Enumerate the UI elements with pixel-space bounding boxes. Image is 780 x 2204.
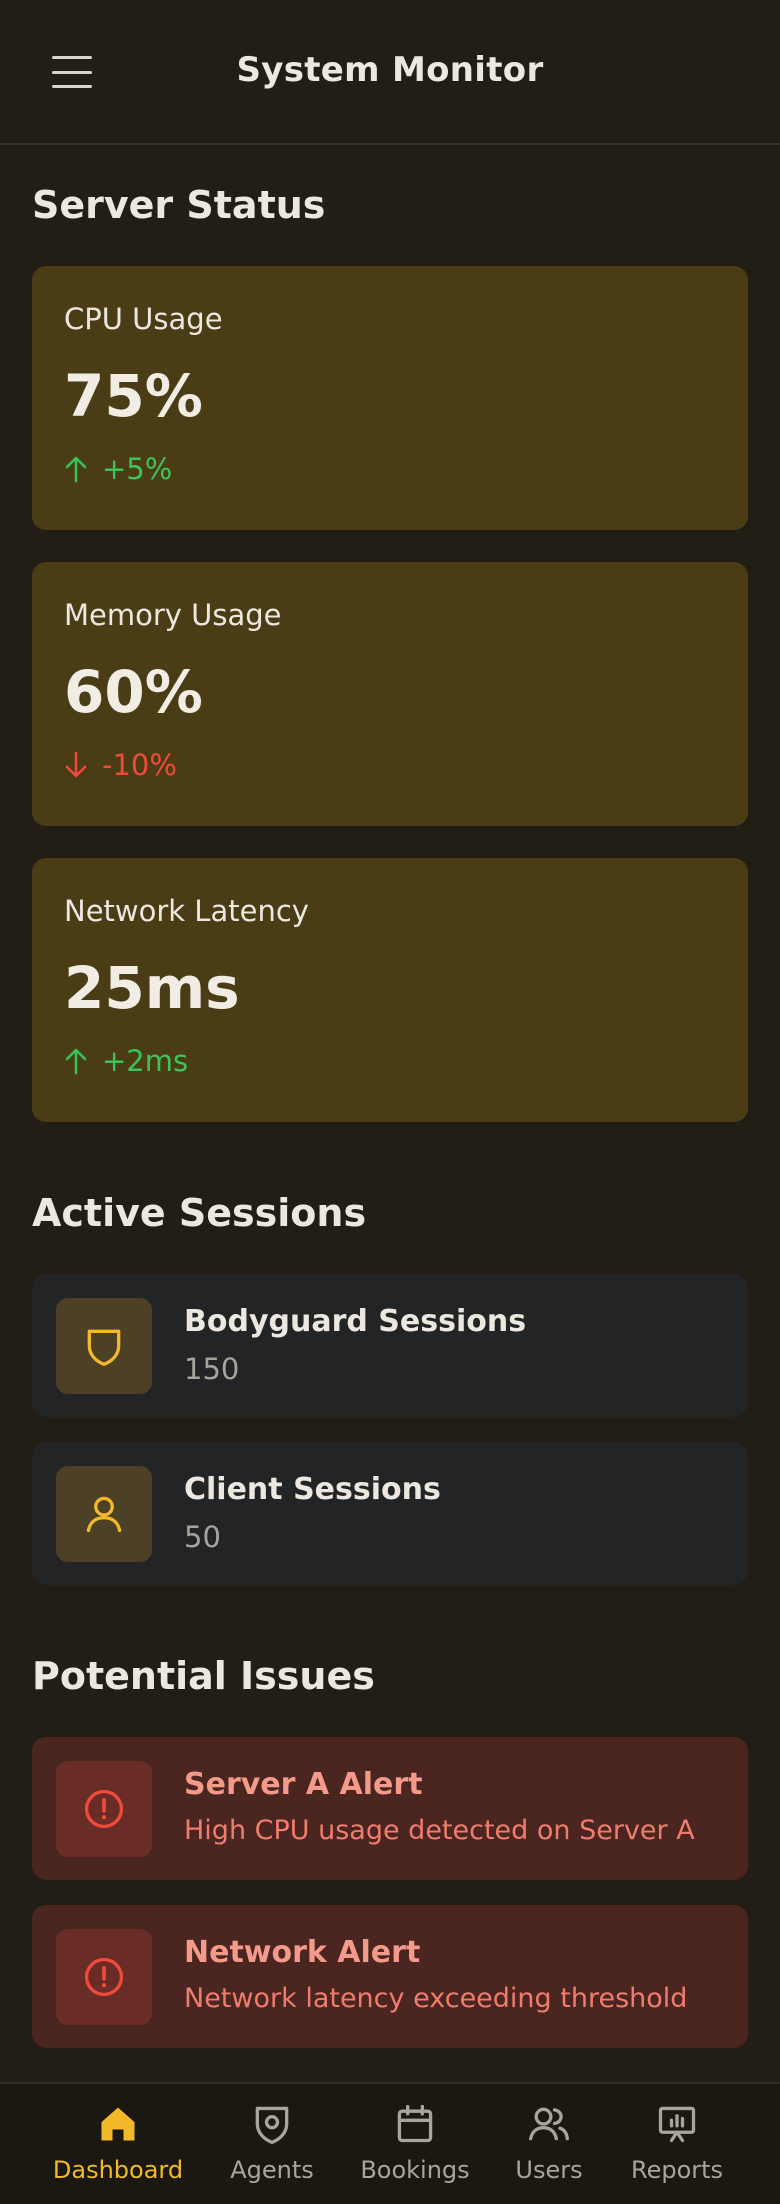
arrow-up-icon — [65, 456, 87, 483]
metric-delta: +5% — [64, 452, 172, 486]
metric-delta-value: +2ms — [102, 1044, 189, 1078]
alert-circle-icon — [84, 1957, 124, 1997]
metric-label: Memory Usage — [64, 598, 282, 632]
active-sessions-heading: Active Sessions — [32, 1191, 367, 1235]
server-a-alert-card[interactable]: Server A Alert High CPU usage detected o… — [32, 1737, 748, 1880]
shield-icon — [87, 1329, 121, 1366]
alert-circle-icon — [84, 1789, 124, 1829]
metric-value: 75% — [64, 362, 203, 430]
session-icon-container — [56, 1298, 152, 1394]
metric-value: 60% — [64, 658, 203, 726]
nav-agents[interactable]: Agents — [212, 2102, 332, 2198]
session-title: Client Sessions — [184, 1472, 441, 1507]
metric-label: Network Latency — [64, 894, 309, 928]
presentation-chart-icon — [658, 2106, 696, 2143]
session-icon-container — [56, 1466, 152, 1562]
alert-icon-container — [56, 1761, 152, 1857]
alert-title: Network Alert — [184, 1935, 421, 1970]
app-root: System Monitor Server Status CPU Usage 7… — [0, 0, 780, 2204]
server-status-heading: Server Status — [32, 183, 326, 227]
session-count: 150 — [184, 1352, 240, 1386]
metric-label: CPU Usage — [64, 302, 223, 336]
alert-title: Server A Alert — [184, 1767, 423, 1802]
cpu-usage-card[interactable]: CPU Usage 75% +5% — [32, 266, 748, 530]
arrow-down-icon — [65, 751, 87, 778]
alert-icon-container — [56, 1929, 152, 2025]
client-sessions-card[interactable]: Client Sessions 50 — [32, 1442, 748, 1585]
nav-reports[interactable]: Reports — [617, 2102, 737, 2198]
nav-users[interactable]: Users — [494, 2102, 604, 2198]
bodyguard-sessions-card[interactable]: Bodyguard Sessions 150 — [32, 1274, 748, 1417]
metric-delta-value: +5% — [102, 452, 173, 486]
calendar-icon — [397, 2104, 433, 2143]
session-count: 50 — [184, 1520, 221, 1554]
metric-delta-value: -10% — [102, 748, 177, 782]
user-icon — [86, 1496, 122, 1533]
network-alert-card[interactable]: Network Alert Network latency exceeding … — [32, 1905, 748, 2048]
alert-message: Network latency exceeding threshold — [184, 1983, 688, 2014]
shield-icon — [255, 2106, 289, 2144]
metric-delta: +2ms — [64, 1044, 188, 1078]
network-latency-card[interactable]: Network Latency 25ms +2ms — [32, 858, 748, 1122]
nav-bookings[interactable]: Bookings — [355, 2102, 475, 2198]
top-app-bar: System Monitor — [0, 0, 780, 145]
bottom-navigation: Dashboard Agents Bookings Users Reports — [0, 2082, 780, 2204]
nav-label: Reports — [630, 2156, 724, 2184]
nav-label: Agents — [230, 2156, 314, 2184]
nav-label: Users — [515, 2156, 583, 2184]
potential-issues-heading: Potential Issues — [32, 1654, 375, 1698]
alert-message: High CPU usage detected on Server A — [184, 1815, 695, 1846]
metric-value: 25ms — [64, 954, 240, 1022]
arrow-up-icon — [65, 1048, 87, 1075]
metric-delta: -10% — [64, 748, 177, 782]
nav-label: Dashboard — [52, 2156, 184, 2184]
session-title: Bodyguard Sessions — [184, 1304, 527, 1339]
home-icon — [101, 2107, 135, 2141]
nav-label: Bookings — [360, 2156, 470, 2184]
nav-dashboard[interactable]: Dashboard — [48, 2102, 188, 2198]
page-title: System Monitor — [236, 50, 544, 90]
memory-usage-card[interactable]: Memory Usage 60% -10% — [32, 562, 748, 826]
users-icon — [529, 2107, 569, 2141]
